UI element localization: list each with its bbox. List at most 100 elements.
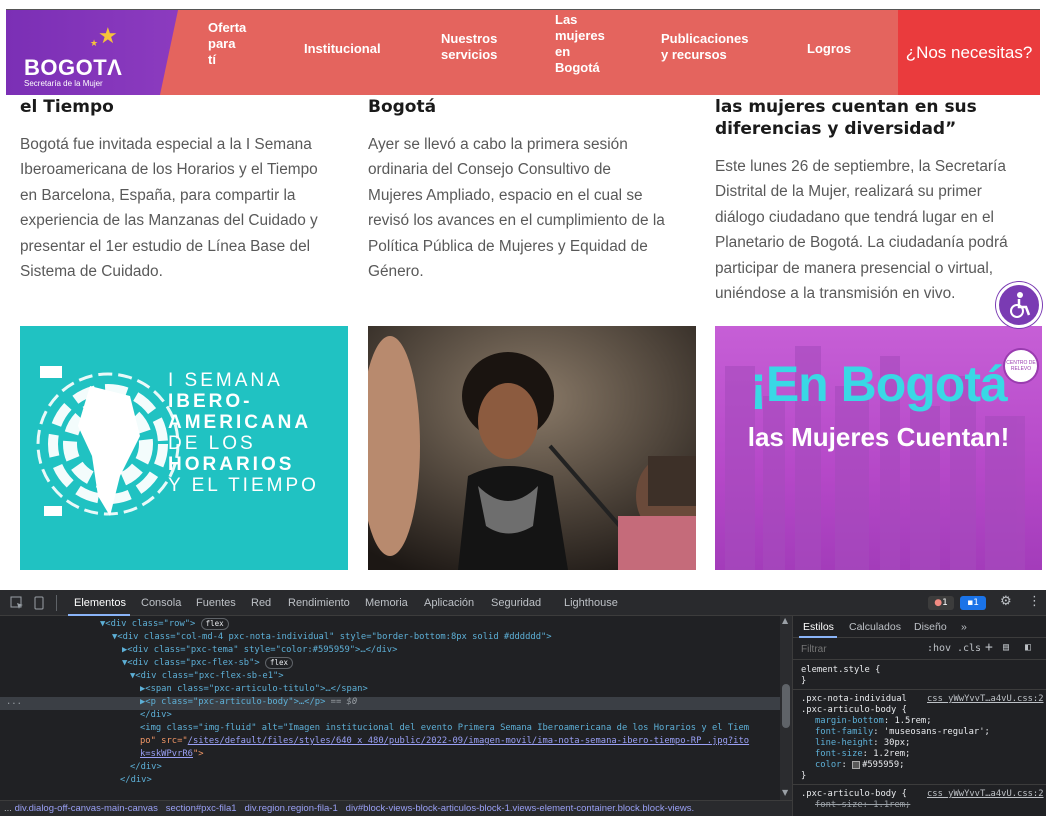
article-title[interactable]: el Tiempo [20,96,114,118]
article-title[interactable]: las mujeres cuentan en sus diferencias y… [715,96,977,140]
logo-wordmark: BOGOTΛ [24,55,123,80]
scroll-down-icon[interactable]: ▼ [782,788,788,797]
rule-selector[interactable]: .pxc-articulo-body { [801,705,907,716]
dom-node[interactable]: po" src="/sites/default/files/styles/640… [140,735,749,748]
tab-styles[interactable]: Estilos [803,621,834,633]
nav-item-servicios[interactable]: Nuestros servicios [441,31,497,63]
device-toggle-icon[interactable] [32,596,46,610]
color-swatch[interactable] [852,760,861,769]
css-declaration[interactable]: font-size: 1.2rem; [815,749,910,760]
flex-badge[interactable]: flex [200,618,229,630]
hov-toggle[interactable]: :hov [927,643,951,654]
styles-filter-input[interactable] [801,642,911,656]
node-text: po" src=" [140,736,188,746]
breadcrumb-item[interactable]: div#block-views-block-articulos-block-1.… [346,803,694,814]
dom-node-selected[interactable]: ▶<p class="pxc-articulo-body">…</p> == $… [140,696,357,709]
dom-node[interactable]: ▼<div class="row"> flex [100,618,229,631]
dom-node[interactable]: k=skWPvrR6"> [140,748,204,761]
tab-more[interactable]: » [961,621,967,633]
gear-icon[interactable]: ⚙ [1000,594,1012,609]
dom-node[interactable]: <img class="img-fluid" alt="Imagen insti… [140,722,749,735]
article-image[interactable]: ¡En Bogotá las Mujeres Cuentan! CENTRO D… [715,326,1042,570]
breadcrumb-lead[interactable]: ... [4,803,12,814]
message-counter[interactable]: ▪1 [960,596,986,610]
body-line: Este lunes 26 de septiembre, la Secretar… [715,158,1006,175]
css-prop: margin-bottom [815,716,884,726]
dom-node[interactable]: </div> [140,709,172,722]
tab-network[interactable]: Red [251,597,271,609]
article-title[interactable]: Bogotá [368,96,436,118]
scrollbar-thumb[interactable] [782,684,790,728]
photo-woman-speaking [368,326,696,570]
image-src-link[interactable]: /sites/default/files/styles/640 x 480/pu… [188,736,749,746]
element-style-rule[interactable]: element.style { [801,665,880,676]
body-line: Política Pública de Mujeres y Equidad de [368,237,648,255]
nav-item-publicaciones[interactable]: Publicaciones y recursos [661,31,748,63]
sidebar-toggle-icon[interactable]: ◧ [1025,642,1031,653]
dom-node[interactable]: ▶<span class="pxc-articulo-titulo">…</sp… [140,683,368,696]
error-counter[interactable]: ●1 [928,596,954,610]
dom-scrollbar[interactable]: ▲ ▼ [780,616,792,800]
dom-node[interactable]: </div> [130,761,162,774]
nav-item-mujeres-bogota[interactable]: Las mujeres en Bogotá [555,12,605,76]
rule-selector[interactable]: .pxc-articulo-body { [801,789,907,800]
tab-elements[interactable]: Elementos [74,597,126,609]
help-button[interactable]: ¿Nos necesitas? [898,10,1040,95]
flex-badge[interactable]: flex [265,657,294,669]
body-line: presentar el 1er estudio de Línea Base d… [20,237,311,255]
computed-toggle-icon[interactable]: ▤ [1003,642,1009,653]
article-image[interactable] [368,326,696,570]
body-line: Iberoamericana de los Horarios y el Tiem… [20,161,318,179]
node-text: "> [192,749,204,759]
article-body: Este lunes 26 de septiembre, la Secretar… [715,154,1045,306]
nav-label-line: Nuestros [441,31,498,46]
body-line: Género. [368,263,424,281]
nav-label-line: Institucional [304,41,381,56]
rule-selector[interactable]: .pxc-nota-individual [801,694,907,705]
nav-item-logros[interactable]: Logros [807,41,851,57]
node-text: ▶<div class="pxc-tema" style="color:#595… [122,645,398,655]
tab-memory[interactable]: Memoria [365,597,408,609]
caption-line: Y EL TIEMPO [168,475,319,496]
tab-console[interactable]: Consola [141,597,181,609]
breadcrumb-item[interactable]: div.dialog-off-canvas-main-canvas [15,803,158,814]
article-image[interactable]: I SEMANA IBERO- AMERICANA DE LOS HORARIO… [20,326,348,570]
css-declaration[interactable]: font-family: 'museosans-regular'; [815,727,990,738]
dom-node[interactable]: ▶<div class="pxc-tema" style="color:#595… [122,644,397,657]
css-declaration[interactable]: line-height: 30px; [815,738,910,749]
css-declaration[interactable]: margin-bottom: 1.5rem; [815,716,932,727]
breadcrumb-item[interactable]: section#pxc-fila1 [166,803,237,814]
dom-node[interactable]: ▼<div class="col-md-4 pxc-nota-individua… [112,631,552,644]
rule-source-link[interactable]: css_yWwYvvT…a4vU.css:2 [927,789,1044,800]
tab-layout[interactable]: Diseño [914,621,947,633]
tab-computed[interactable]: Calculados [849,621,901,633]
tab-security[interactable]: Seguridad [491,597,541,609]
more-options-icon[interactable]: ⋮ [1028,594,1041,609]
node-text: <img class="img-fluid" alt="Imagen insti… [140,723,750,733]
css-declaration[interactable]: color: #595959; [815,760,904,771]
scroll-up-icon[interactable]: ▲ [782,616,788,625]
dom-node[interactable]: ▼<div class="pxc-flex-sb-e1"> [130,670,284,683]
nav-item-institucional[interactable]: Institucional [304,41,381,57]
dom-node[interactable]: ▼<div class="pxc-flex-sb"> flex [122,657,294,670]
cls-toggle[interactable]: .cls [957,643,981,654]
css-prop: font-size [815,749,863,759]
image-src-link[interactable]: k=skWPvrR6 [140,749,193,759]
accessibility-button[interactable] [996,282,1042,328]
tab-sources[interactable]: Fuentes [196,597,236,609]
tab-lighthouse[interactable]: Lighthouse [564,597,618,609]
nav-label-line: servicios [441,47,498,62]
add-rule-icon[interactable]: + [985,640,993,655]
dom-node[interactable]: </div> [120,774,152,787]
title-line: las mujeres cuentan en sus [715,97,977,117]
site-logo[interactable]: ★ ★ BOGOTΛ Secretaría de la Mujer [6,10,191,95]
rule-source-link[interactable]: css_yWwYvvT…a4vU.css:2 [927,694,1044,705]
tab-performance[interactable]: Rendimiento [288,597,350,609]
nav-item-oferta[interactable]: Oferta para tí [208,20,246,68]
inspect-element-icon[interactable] [10,596,24,610]
dom-gutter-dots: ... [6,697,22,707]
tab-application[interactable]: Aplicación [424,597,474,609]
css-declaration-overridden[interactable]: font-size: 1.1rem; [815,800,910,811]
breadcrumb-item[interactable]: div.region.region-fila-1 [244,803,337,814]
body-line: Distrital de la Mujer, realizará su prim… [715,183,982,201]
